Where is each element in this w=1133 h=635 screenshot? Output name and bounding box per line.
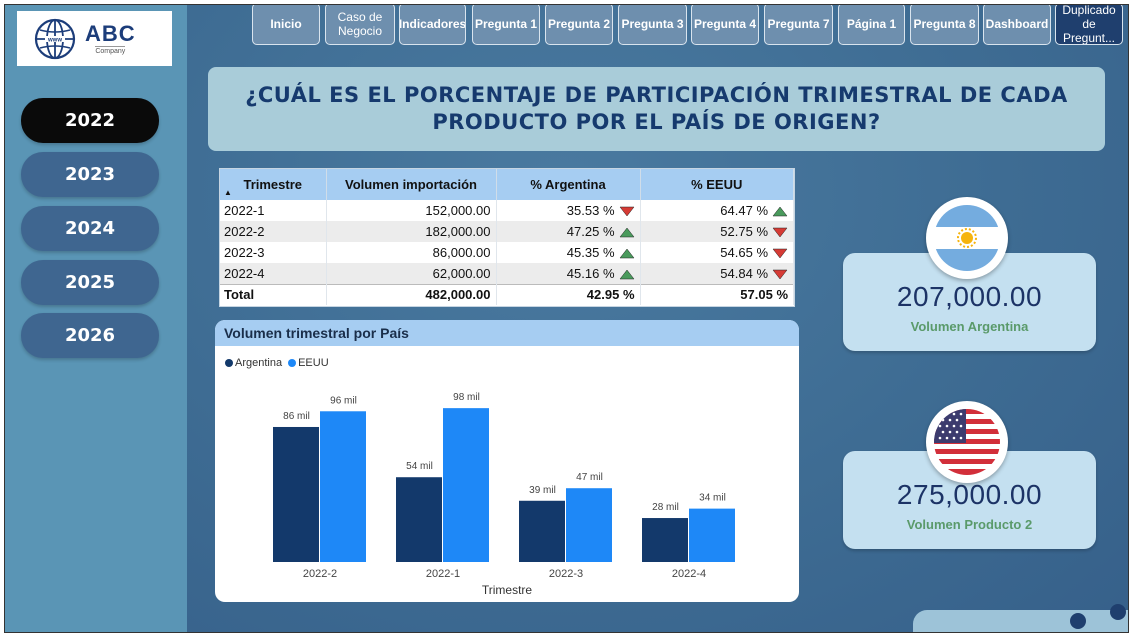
trend-up-icon bbox=[618, 227, 635, 238]
svg-text:www: www bbox=[47, 37, 62, 43]
nav-button-duplicado[interactable]: Duplicado de Pregunt... bbox=[1055, 5, 1123, 45]
bar-eeuu-2022-1[interactable] bbox=[443, 408, 489, 562]
cell-trimestre: 2022-2 bbox=[220, 221, 327, 242]
nav-button-pagina-1[interactable]: Página 1 bbox=[838, 5, 905, 45]
data-label-eeuu: 47 mil bbox=[576, 472, 603, 483]
bar-eeuu-2022-4[interactable] bbox=[689, 508, 735, 562]
year-button-2025[interactable]: 2025 bbox=[21, 260, 159, 305]
kpi-label-producto-2: Volumen Producto 2 bbox=[906, 517, 1033, 532]
year-button-2026[interactable]: 2026 bbox=[21, 313, 159, 358]
table-row: 2022-1 152,000.00 35.53 % 64.47 % bbox=[220, 200, 794, 221]
x-tick-label: 2022-1 bbox=[426, 568, 460, 580]
nav-button-pregunta-8[interactable]: Pregunta 8 bbox=[910, 5, 979, 45]
cell-eeuu: 64.47 % bbox=[640, 200, 794, 221]
participation-table[interactable]: Trimestre ▲ Volumen importación % Argent… bbox=[219, 168, 795, 307]
bar-argentina-2022-3[interactable] bbox=[519, 500, 565, 562]
bar-eeuu-2022-3[interactable] bbox=[566, 488, 612, 562]
x-tick-label: 2022-2 bbox=[303, 568, 337, 580]
cell-total-argentina: 42.95 % bbox=[496, 283, 641, 305]
column-header-trimestre[interactable]: Trimestre ▲ bbox=[220, 169, 327, 200]
sort-ascending-icon: ▲ bbox=[224, 188, 232, 197]
year-button-2022[interactable]: 2022 bbox=[21, 98, 159, 143]
year-button-2024[interactable]: 2024 bbox=[21, 206, 159, 251]
main-panel: Inicio Caso de Negocio Indicadores Pregu… bbox=[187, 5, 1128, 632]
bar-chart: 86 mil 96 mil 2022-2 54 mil 98 mil 2022-1 39 m… bbox=[273, 392, 735, 597]
column-header-argentina[interactable]: % Argentina bbox=[496, 169, 641, 200]
data-label-argentina: 54 mil bbox=[406, 461, 433, 472]
cell-volumen: 152,000.00 bbox=[326, 200, 497, 221]
x-tick-label: 2022-4 bbox=[672, 568, 706, 580]
column-header-eeuu[interactable]: % EEUU bbox=[640, 169, 794, 200]
kpi-label-argentina: Volumen Argentina bbox=[910, 319, 1029, 334]
trend-down-icon bbox=[772, 227, 788, 238]
table-row: 2022-3 86,000.00 45.35 % 54.65 % bbox=[220, 242, 794, 263]
company-logo: www ABC Company bbox=[17, 11, 172, 66]
globe-icon: www bbox=[34, 18, 76, 59]
cell-total-label: Total bbox=[220, 283, 327, 305]
kpi-value-argentina: 207,000.00 bbox=[896, 281, 1043, 312]
volume-chart-card[interactable]: Volumen trimestral por País Argentina EE… bbox=[215, 320, 799, 602]
trend-down-icon bbox=[618, 206, 635, 217]
data-label-argentina: 86 mil bbox=[283, 411, 310, 422]
x-tick-label: 2022-3 bbox=[549, 568, 583, 580]
cell-argentina: 47.25 % bbox=[496, 221, 641, 242]
data-label-argentina: 28 mil bbox=[652, 502, 679, 513]
data-label-eeuu: 34 mil bbox=[699, 493, 726, 504]
cell-argentina: 45.16 % bbox=[496, 263, 641, 284]
nav-button-pregunta-1[interactable]: Pregunta 1 bbox=[472, 5, 540, 45]
year-button-2023[interactable]: 2023 bbox=[21, 152, 159, 197]
cell-eeuu: 54.65 % bbox=[640, 242, 794, 263]
sidebar: www ABC Company 2022 2023 2024 2025 2026 bbox=[5, 5, 187, 632]
cell-argentina: 35.53 % bbox=[496, 200, 641, 221]
logo-brand: ABC bbox=[85, 21, 136, 46]
cell-eeuu: 52.75 % bbox=[640, 221, 794, 242]
nav-button-pregunta-2[interactable]: Pregunta 2 bbox=[545, 5, 613, 45]
table-row: 2022-4 62,000.00 45.16 % 54.84 % bbox=[220, 263, 794, 284]
argentina-flag-icon bbox=[926, 197, 1008, 279]
cell-argentina: 45.35 % bbox=[496, 242, 641, 263]
bar-eeuu-2022-2[interactable] bbox=[320, 411, 366, 562]
nav-button-indicadores[interactable]: Indicadores bbox=[399, 5, 466, 45]
decorative-dot bbox=[1070, 613, 1086, 629]
usa-flag-icon bbox=[926, 401, 1008, 483]
bar-argentina-2022-2[interactable] bbox=[273, 426, 319, 562]
decorative-footer-shape bbox=[913, 610, 1128, 632]
kpi-value-producto-2: 275,000.00 bbox=[896, 479, 1043, 510]
trend-up-icon bbox=[618, 269, 635, 280]
data-label-eeuu: 96 mil bbox=[330, 395, 357, 406]
logo-subtitle: Company bbox=[95, 46, 126, 55]
table-row: 2022-2 182,000.00 47.25 % 52.75 % bbox=[220, 221, 794, 242]
trend-down-icon bbox=[772, 269, 788, 280]
cell-trimestre: 2022-4 bbox=[220, 263, 327, 284]
cell-trimestre: 2022-3 bbox=[220, 242, 327, 263]
nav-button-caso-de-negocio[interactable]: Caso de Negocio bbox=[325, 5, 395, 45]
data-label-eeuu: 98 mil bbox=[453, 392, 480, 403]
nav-button-dashboard[interactable]: Dashboard bbox=[983, 5, 1051, 45]
trend-up-icon bbox=[772, 206, 788, 217]
cell-eeuu: 54.84 % bbox=[640, 263, 794, 284]
bar-argentina-2022-1[interactable] bbox=[396, 477, 442, 562]
bar-argentina-2022-4[interactable] bbox=[642, 518, 688, 562]
page-title: ¿CUÁL ES EL PORCENTAJE DE PARTICIPACIÓN … bbox=[208, 67, 1105, 151]
cell-total-eeuu: 57.05 % bbox=[640, 283, 794, 305]
cell-volumen: 182,000.00 bbox=[326, 221, 497, 242]
nav-button-pregunta-4[interactable]: Pregunta 4 bbox=[691, 5, 759, 45]
table-total-row: Total 482,000.00 42.95 % 57.05 % bbox=[220, 283, 794, 305]
report-canvas: www ABC Company 2022 2023 2024 2025 2026… bbox=[4, 4, 1129, 633]
nav-button-pregunta-3[interactable]: Pregunta 3 bbox=[618, 5, 687, 45]
data-label-argentina: 39 mil bbox=[529, 485, 556, 496]
trend-up-icon bbox=[618, 248, 635, 259]
x-axis-title: Trimestre bbox=[482, 583, 533, 597]
nav-button-inicio[interactable]: Inicio bbox=[252, 5, 320, 45]
trend-down-icon bbox=[772, 248, 788, 259]
cell-trimestre: 2022-1 bbox=[220, 200, 327, 221]
cell-volumen: 86,000.00 bbox=[326, 242, 497, 263]
cell-total-volumen: 482,000.00 bbox=[326, 283, 497, 305]
column-header-volumen[interactable]: Volumen importación bbox=[326, 169, 497, 200]
cell-volumen: 62,000.00 bbox=[326, 263, 497, 284]
nav-button-pregunta-7[interactable]: Pregunta 7 bbox=[764, 5, 833, 45]
decorative-dot bbox=[1110, 604, 1126, 620]
